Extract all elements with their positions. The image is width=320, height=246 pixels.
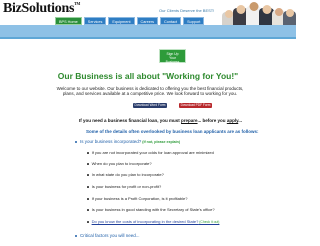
list-item: If you are not incorporated your odds fo… xyxy=(87,150,214,155)
bullet-icon xyxy=(75,140,77,143)
intro-paragraph: Welcome to our website. Our business is … xyxy=(56,86,244,97)
signup-business-button[interactable]: Sign Up Your Business xyxy=(159,49,186,64)
bullet-icon xyxy=(87,221,89,223)
list-item: When do you plan to incorporate? xyxy=(87,161,152,166)
bullet-icon xyxy=(87,198,89,200)
list-item: Is your business in good standing with t… xyxy=(87,207,215,212)
cta-line-3: Business xyxy=(165,60,180,64)
bullet-icon xyxy=(87,186,89,188)
incorporated-question: Is your business incorporated? (If not, … xyxy=(75,139,180,144)
nav-item-support[interactable]: Support xyxy=(183,17,205,25)
banner-divider xyxy=(0,37,296,39)
list-item: In what state do you plan to incorporate… xyxy=(87,172,164,177)
site-logo[interactable]: BizSolutionsTM xyxy=(3,1,80,17)
incorporation-costs-link[interactable]: Do you know the costs of incorporating i… xyxy=(87,219,219,224)
list-item: Is your business for profit or non-profi… xyxy=(87,184,161,189)
details-heading: Some of the details often overlooked by … xyxy=(86,129,259,134)
page-headline: Our Business is all about "Working for Y… xyxy=(57,71,239,81)
prepare-link[interactable]: prepare xyxy=(181,118,198,123)
bullet-icon xyxy=(75,234,77,237)
bullet-icon xyxy=(87,163,89,165)
download-word-form-button[interactable]: Download Word Form xyxy=(133,103,167,108)
main-nav: BPS Home Services Equipment Careers Cont… xyxy=(55,17,205,25)
nav-item-services[interactable]: Services xyxy=(83,17,107,25)
loan-prepare-statement: If you need a business financial loan, y… xyxy=(79,118,242,123)
bullet-icon xyxy=(87,152,89,154)
critical-factors-heading: Critical factors you will need... xyxy=(75,233,140,238)
nav-item-home[interactable]: BPS Home xyxy=(55,17,82,25)
bullet-icon xyxy=(87,174,89,176)
download-pdf-form-button[interactable]: Download PDF Form xyxy=(179,103,212,108)
nav-item-careers[interactable]: Careers xyxy=(136,17,159,25)
nav-item-equipment[interactable]: Equipment xyxy=(108,17,135,25)
list-item: If your business is a Profit Corporation… xyxy=(87,196,187,201)
apply-link[interactable]: apply xyxy=(227,118,238,123)
tagline: Our Clients Deserve the BEST! xyxy=(159,8,215,13)
nav-item-contact[interactable]: Contact xyxy=(160,17,182,25)
bullet-icon xyxy=(87,209,89,211)
